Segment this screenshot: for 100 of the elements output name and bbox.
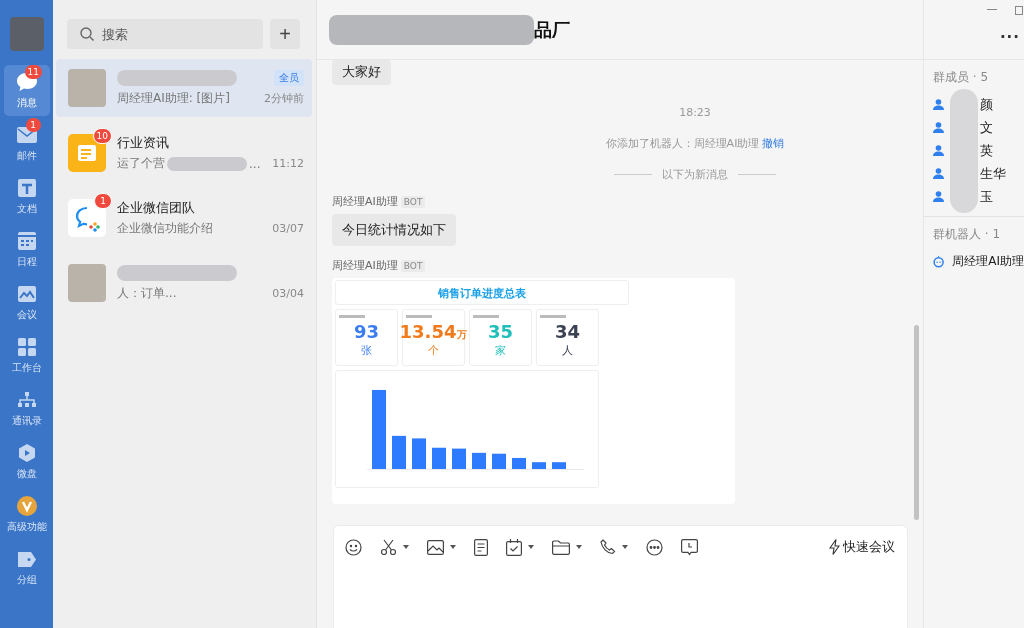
message-preview: 运了个营 [117, 155, 165, 172]
kpi-value: 35 [487, 321, 514, 342]
news-icon [68, 134, 106, 172]
message-preview: 企业微信功能介绍 [117, 220, 213, 237]
nav-item[interactable]: 分组 [3, 542, 50, 593]
scheduled-message-icon[interactable] [681, 538, 698, 556]
search-icon [80, 27, 94, 41]
caret-icon[interactable] [403, 545, 409, 549]
member-name[interactable]: 文 [980, 118, 993, 137]
nav-item[interactable]: 通讯录 [3, 383, 50, 434]
kpi-value: 34 [554, 321, 581, 342]
chat-time: 11:12 [272, 157, 304, 170]
member-name[interactable]: 颜 [980, 95, 993, 114]
unread-count-badge: 1 [25, 118, 41, 132]
nav-item[interactable]: 11 消息 [3, 65, 50, 116]
bot-label: BOT [400, 195, 426, 208]
robot-name[interactable]: 周经理AI助理 [952, 253, 1024, 270]
smiley-icon[interactable] [345, 538, 362, 556]
bar [552, 462, 566, 469]
person-icon [933, 122, 944, 133]
new-messages-divider-label: 以下为新消息 [662, 167, 728, 182]
unread-count-badge: 10 [92, 128, 112, 144]
chat-list-item[interactable]: 人：订单... 03/04 [56, 254, 312, 312]
more-menu-button[interactable]: ··· [999, 28, 1020, 46]
scrollbar[interactable] [914, 325, 919, 520]
chat-time: 2分钟前 [264, 91, 304, 106]
ellipsis-text: ... [249, 156, 261, 171]
unreadable-label-block [339, 315, 365, 318]
tag-icon [16, 551, 37, 567]
sender-name: 周经理AI助理 [332, 258, 398, 273]
report-image-card[interactable]: 销售订单进度总表 93 张 13.54万 个 35 家 34 人 [332, 278, 735, 504]
message-preview: 人：订单... [117, 285, 177, 302]
unread-count-badge: 1 [94, 193, 112, 209]
bar [412, 438, 426, 469]
calendar-check-icon[interactable] [506, 538, 522, 556]
message-bubble: 今日统计情况如下 [332, 214, 456, 246]
chat-time: 03/07 [272, 222, 304, 235]
group-avatar-photo [68, 69, 106, 107]
chat-bubbles-logo-icon [68, 199, 106, 237]
kpi-suffix: 万 [457, 329, 468, 340]
member-name[interactable]: 玉 [980, 187, 993, 206]
bot-label: BOT [400, 259, 426, 272]
bar [472, 452, 486, 469]
minimize-icon[interactable] [987, 9, 997, 11]
unreadable-label-block [473, 315, 499, 318]
kpi-unit: 张 [361, 343, 372, 358]
chat-list-item[interactable]: 1 企业微信团队 企业微信功能介绍 03/07 [56, 189, 312, 247]
lightning-icon [829, 539, 840, 555]
v-badge-icon [16, 496, 37, 516]
person-icon [933, 168, 944, 179]
bar [452, 448, 466, 469]
bar [492, 453, 506, 469]
person-icon [933, 99, 944, 110]
bar [392, 435, 406, 469]
section-title: 群机器人 · 1 [933, 226, 1002, 243]
hexagon-drive-icon [17, 443, 36, 463]
maximize-icon[interactable] [1015, 5, 1023, 15]
envelope-icon [16, 127, 37, 143]
nav-item[interactable]: 会议 [3, 277, 50, 328]
search-field[interactable]: 搜索 [67, 19, 263, 49]
report-title: 销售订单进度总表 [335, 280, 629, 305]
kpi-unit: 个 [428, 343, 439, 358]
folder-icon[interactable] [552, 539, 570, 555]
document-icon[interactable] [474, 538, 488, 556]
quick-meeting-button[interactable]: 快速会议 [829, 538, 895, 556]
nav-item[interactable]: 工作台 [3, 330, 50, 381]
kpi-unit: 人 [562, 343, 573, 358]
unreadable-label-block [406, 315, 432, 318]
caret-icon[interactable] [622, 545, 628, 549]
nav-item[interactable]: 1 邮件 [3, 118, 50, 169]
bar [432, 447, 446, 469]
document-icon [17, 179, 36, 197]
video-meeting-icon [17, 286, 36, 302]
calendar-icon [17, 232, 36, 250]
phone-icon[interactable] [600, 539, 616, 555]
chat-title: 品厂 [534, 17, 570, 42]
member-name[interactable]: 生华 [980, 164, 1006, 183]
nav-item[interactable]: 高级功能 [3, 489, 50, 540]
person-icon [933, 145, 944, 156]
undo-link[interactable]: 撤销 [762, 137, 785, 150]
unread-count-badge: 11 [24, 65, 42, 79]
message-bubble: 大家好 [332, 60, 391, 85]
image-icon[interactable] [427, 539, 444, 555]
scissors-icon[interactable] [380, 538, 397, 556]
group-avatar-photo [68, 264, 106, 302]
member-name[interactable]: 英 [980, 141, 993, 160]
kpi-value: 93 [353, 321, 380, 342]
message-input-area[interactable]: 快速会议 [333, 525, 908, 628]
nav-item[interactable]: 微盘 [3, 436, 50, 487]
sender-name: 周经理AI助理 [332, 194, 398, 209]
add-button[interactable]: + [270, 19, 300, 49]
nav-item[interactable]: 文档 [3, 171, 50, 222]
caret-icon[interactable] [450, 545, 456, 549]
chat-list-item[interactable]: 10 行业资讯 运了个营 ... 11:12 [56, 124, 312, 182]
more-options-icon[interactable] [646, 538, 663, 556]
chat-list-item[interactable]: 全员 周经理AI助理: [图片] 2分钟前 [56, 59, 312, 117]
bar [512, 457, 526, 469]
caret-icon[interactable] [528, 545, 534, 549]
nav-item[interactable]: 日程 [3, 224, 50, 275]
caret-icon[interactable] [576, 545, 582, 549]
